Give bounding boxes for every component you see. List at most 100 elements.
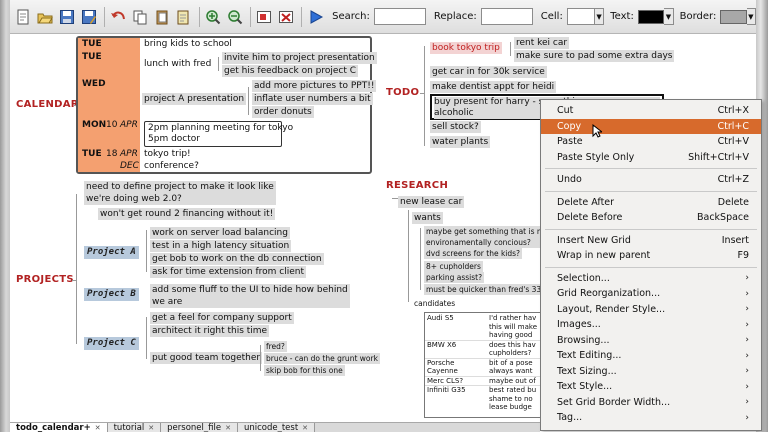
close-icon[interactable]: ✕ [148, 423, 154, 432]
calendar-item[interactable]: project A presentation [142, 93, 247, 105]
project-a-item[interactable]: test in a high latency situation [150, 240, 292, 252]
menu-item-copy[interactable]: Copy Ctrl+C [541, 118, 761, 134]
menu-item-wrap-parent[interactable]: Wrap in new parent F9 [541, 248, 761, 264]
project-c-item[interactable]: architect it right this time [150, 325, 270, 337]
tab-todo-calendar[interactable]: todo_calendar+ ✕ [10, 423, 108, 432]
menu-item-selection[interactable]: Selection... › [541, 271, 761, 287]
projects-intro[interactable]: need to define project to make it look l… [84, 181, 276, 205]
project-b-item[interactable]: add some fluff to the UI to hide how beh… [150, 284, 350, 308]
team-member[interactable]: fred? [264, 341, 287, 352]
research-want[interactable]: 8+ cupholders [424, 261, 483, 272]
projects-intro-child[interactable]: won't get round 2 financing without it! [98, 208, 276, 220]
paste-style-icon[interactable] [174, 7, 193, 27]
border-color-dropdown-icon[interactable]: ▼ [746, 8, 757, 25]
todo-trip-subitem[interactable]: rent kei car [514, 37, 570, 49]
run-icon[interactable] [306, 7, 325, 27]
zoom-in-icon[interactable] [204, 7, 223, 27]
new-icon[interactable] [14, 7, 33, 27]
delete-image-icon[interactable] [277, 7, 296, 27]
replace-input[interactable] [480, 8, 533, 25]
menu-item-text-style[interactable]: Text Style... › [541, 379, 761, 395]
cell-dropdown-icon[interactable]: ▼ [594, 8, 605, 25]
calendar-subitem[interactable]: order donuts [252, 106, 314, 118]
calendar-subitem[interactable]: inflate user numbers a bit [252, 93, 373, 105]
todo-item[interactable]: get car in for 30k service [430, 66, 547, 78]
menu-item-cut[interactable]: Cut Ctrl+X [541, 103, 761, 119]
menu-item-delete-after[interactable]: Delete After Delete [541, 195, 761, 211]
cell-input[interactable] [566, 8, 595, 25]
menu-item-text-editing[interactable]: Text Editing... › [541, 348, 761, 364]
table-row[interactable]: Audi S5 I'd rather hav this will make ha… [425, 314, 545, 340]
projects-label[interactable]: PROJECTS [16, 274, 74, 285]
table-row[interactable]: Merc CLS? maybe out of [425, 375, 545, 386]
menu-item-grid-reorganization[interactable]: Grid Reorganization... › [541, 286, 761, 302]
todo-trip-item[interactable]: book tokyo trip [430, 42, 502, 54]
menu-item-tag[interactable]: Tag... › [541, 410, 761, 426]
project-c-label[interactable]: Project C [84, 337, 139, 350]
open-icon[interactable] [36, 7, 55, 27]
calendar-subitem[interactable]: invite him to project presentation [222, 52, 377, 64]
todo-item[interactable]: water plants [430, 136, 491, 148]
research-topic[interactable]: new lease car [398, 196, 465, 208]
save-icon[interactable] [57, 7, 76, 27]
paste-icon[interactable] [152, 7, 171, 27]
close-icon[interactable]: ✕ [95, 423, 101, 432]
calendar-item[interactable]: lunch with fred [142, 58, 213, 70]
undo-icon[interactable] [109, 7, 128, 27]
tab-tutorial[interactable]: tutorial ✕ [107, 423, 162, 432]
calendar-subitem[interactable]: get his feedback on project C [222, 65, 359, 77]
text-color-dropdown-icon[interactable]: ▼ [664, 8, 674, 25]
team-member[interactable]: skip bob for this one [264, 365, 345, 376]
research-want[interactable]: must be quicker than fred's 335 [424, 284, 548, 295]
project-a-item[interactable]: get bob to work on the db connection [150, 253, 324, 265]
menu-item-grid-border-width[interactable]: Set Grid Border Width... › [541, 395, 761, 411]
copy-icon[interactable] [131, 7, 150, 27]
menu-item-insert-grid[interactable]: Insert New Grid Insert [541, 233, 761, 249]
project-c-item[interactable]: put good team together [150, 352, 263, 364]
project-a-item[interactable]: ask for time extension from client [150, 266, 306, 278]
calendar-label[interactable]: CALENDAR [16, 99, 79, 110]
menu-item-text-sizing[interactable]: Text Sizing... › [541, 364, 761, 380]
todo-item[interactable]: sell stock? [430, 121, 481, 133]
research-wants-label[interactable]: wants [412, 212, 443, 224]
calendar-item[interactable]: conference? [142, 160, 201, 172]
menu-item-layout-render-style[interactable]: Layout, Render Style... › [541, 302, 761, 318]
todo-trip-subitem[interactable]: make sure to pad some extra days [514, 50, 675, 62]
project-a-label[interactable]: Project A [84, 246, 139, 259]
menu-item-delete-before[interactable]: Delete Before BackSpace [541, 210, 761, 226]
menu-item-images[interactable]: Images... › [541, 317, 761, 333]
image-icon[interactable] [255, 7, 274, 27]
tab-personel-file[interactable]: personel_file ✕ [161, 423, 238, 432]
save-as-icon[interactable] [79, 7, 98, 27]
team-member[interactable]: bruce - can do the grunt work [264, 353, 380, 364]
close-icon[interactable]: ✕ [302, 423, 308, 432]
menu-item-paste-style[interactable]: Paste Style Only Shift+Ctrl+V [541, 150, 761, 166]
project-a-item[interactable]: work on server load balancing [150, 227, 290, 239]
zoom-out-icon[interactable] [225, 7, 244, 27]
candidates-table[interactable]: Audi S5 I'd rather hav this will make ha… [424, 312, 546, 418]
todo-label[interactable]: TODO [386, 87, 419, 98]
research-want[interactable]: parking assist? [424, 272, 485, 283]
research-candidates-label[interactable]: candidates [412, 298, 457, 309]
table-row[interactable]: Porsche Cayenne bit of a pose always wan… [425, 357, 545, 376]
search-input[interactable] [373, 8, 426, 25]
todo-item[interactable]: make dentist appt for heidi [430, 81, 557, 93]
calendar-item[interactable]: tokyo trip! [142, 148, 193, 160]
research-label[interactable]: RESEARCH [386, 180, 448, 191]
calendar-item-box[interactable]: 2pm planning meeting for tokyo 5pm docto… [144, 121, 293, 147]
menu-item-browsing[interactable]: Browsing... › [541, 333, 761, 349]
project-c-item[interactable]: get a feel for company support [150, 312, 294, 324]
research-want[interactable]: dvd screens for the kids? [424, 248, 523, 259]
menu-item-paste[interactable]: Paste Ctrl+V [541, 134, 761, 150]
table-row[interactable]: BMW X6 does this hav cupholders? [425, 339, 545, 358]
table-row[interactable]: Infiniti G35 best rated bu shame to no l… [425, 385, 545, 412]
project-b-label[interactable]: Project B [84, 288, 139, 301]
calendar-subitem[interactable]: add more pictures to PPT!! [252, 80, 377, 92]
research-want[interactable]: maybe get something that is more environ… [424, 226, 559, 248]
tab-unicode-test[interactable]: unicode_test ✕ [237, 423, 316, 432]
menu-item-undo[interactable]: Undo Ctrl+Z [541, 172, 761, 188]
text-color-swatch[interactable] [637, 9, 665, 24]
border-color-swatch[interactable] [720, 9, 747, 24]
close-icon[interactable]: ✕ [225, 423, 231, 432]
calendar-item[interactable]: bring kids to school [142, 38, 234, 50]
